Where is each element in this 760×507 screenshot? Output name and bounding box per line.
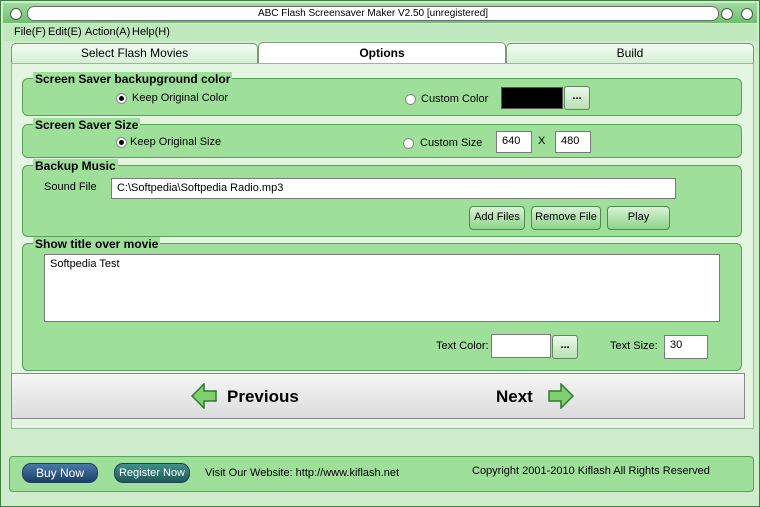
screen-size-group: Screen Saver Size Keep Original Size Cus…	[22, 118, 742, 158]
previous-arrow-icon	[191, 383, 217, 409]
text-size-input[interactable]: 30	[664, 335, 708, 359]
menu-bar: File(F) Edit(E) Action(A) Help(H)	[3, 24, 757, 41]
navigation-bar: Previous Next	[11, 373, 745, 419]
height-input[interactable]: 480	[555, 131, 591, 153]
sound-file-input[interactable]: C:\Softpedia\Softpedia Radio.mp3	[111, 178, 676, 199]
menu-help[interactable]: Help(H)	[132, 26, 170, 38]
remove-file-button[interactable]: Remove File	[531, 206, 601, 230]
text-color-label: Text Color:	[436, 340, 489, 352]
text-color-swatch[interactable]	[491, 334, 551, 358]
next-button[interactable]: Next	[492, 374, 592, 418]
minimize-button[interactable]	[721, 8, 733, 20]
keep-original-color-label: Keep Original Color	[132, 92, 228, 104]
app-window: ABC Flash Screensaver Maker V2.50 [unreg…	[0, 0, 760, 507]
width-input[interactable]: 640	[496, 131, 532, 153]
register-now-button[interactable]: Register Now	[114, 463, 190, 483]
keep-original-size-radio[interactable]	[116, 137, 127, 148]
keep-original-size-label: Keep Original Size	[130, 136, 222, 148]
size-separator: X	[538, 135, 546, 147]
website-link[interactable]: Visit Our Website: http://www.kiflash.ne…	[205, 467, 399, 479]
menu-file[interactable]: File(F)	[14, 26, 46, 38]
window-title: ABC Flash Screensaver Maker V2.50 [unreg…	[27, 6, 719, 21]
add-files-button[interactable]: Add Files	[469, 206, 525, 230]
menu-action[interactable]: Action(A)	[85, 26, 130, 38]
screen-size-title: Screen Saver Size	[33, 118, 141, 132]
sound-file-label: Sound File	[44, 181, 97, 193]
keep-original-color-radio[interactable]	[116, 93, 127, 104]
tab-options[interactable]: Options	[258, 42, 506, 64]
next-label: Next	[496, 387, 533, 406]
play-button[interactable]: Play	[607, 206, 670, 230]
movie-title-title: Show title over movie	[33, 237, 161, 251]
text-color-browse-button[interactable]: ...	[552, 335, 578, 359]
next-arrow-icon	[548, 383, 574, 409]
backup-music-title: Backup Music	[33, 159, 118, 173]
previous-button[interactable]: Previous	[179, 374, 299, 418]
copyright-text: Copyright 2001-2010 Kiflash All Rights R…	[472, 465, 710, 477]
tab-select-flash-movies[interactable]: Select Flash Movies	[11, 43, 258, 63]
system-menu-icon[interactable]	[10, 8, 22, 20]
menu-edit[interactable]: Edit(E)	[48, 26, 82, 38]
previous-label: Previous	[227, 387, 299, 406]
custom-color-label: Custom Color	[421, 93, 489, 105]
title-bar[interactable]: ABC Flash Screensaver Maker V2.50 [unreg…	[3, 3, 757, 23]
footer-bar: Buy Now Register Now Visit Our Website: …	[9, 456, 754, 492]
close-button[interactable]	[741, 8, 753, 20]
tab-build[interactable]: Build	[506, 43, 754, 63]
color-swatch[interactable]	[501, 87, 563, 109]
custom-size-label: Custom Size	[420, 137, 483, 149]
movie-title-group: Show title over movie Softpedia Test Tex…	[22, 237, 742, 371]
custom-size-radio[interactable]	[403, 138, 414, 149]
background-color-title: Screen Saver backupground color	[33, 72, 233, 86]
custom-color-radio[interactable]	[405, 94, 416, 105]
browse-color-button[interactable]: ...	[564, 86, 590, 110]
background-color-group: Screen Saver backupground color Keep Ori…	[22, 72, 742, 116]
movie-title-textarea[interactable]: Softpedia Test	[44, 254, 720, 322]
backup-music-group: Backup Music Sound File C:\Softpedia\Sof…	[22, 159, 742, 237]
text-size-label: Text Size:	[610, 340, 658, 352]
buy-now-button[interactable]: Buy Now	[22, 463, 98, 483]
color-swatch-fill	[502, 88, 562, 108]
